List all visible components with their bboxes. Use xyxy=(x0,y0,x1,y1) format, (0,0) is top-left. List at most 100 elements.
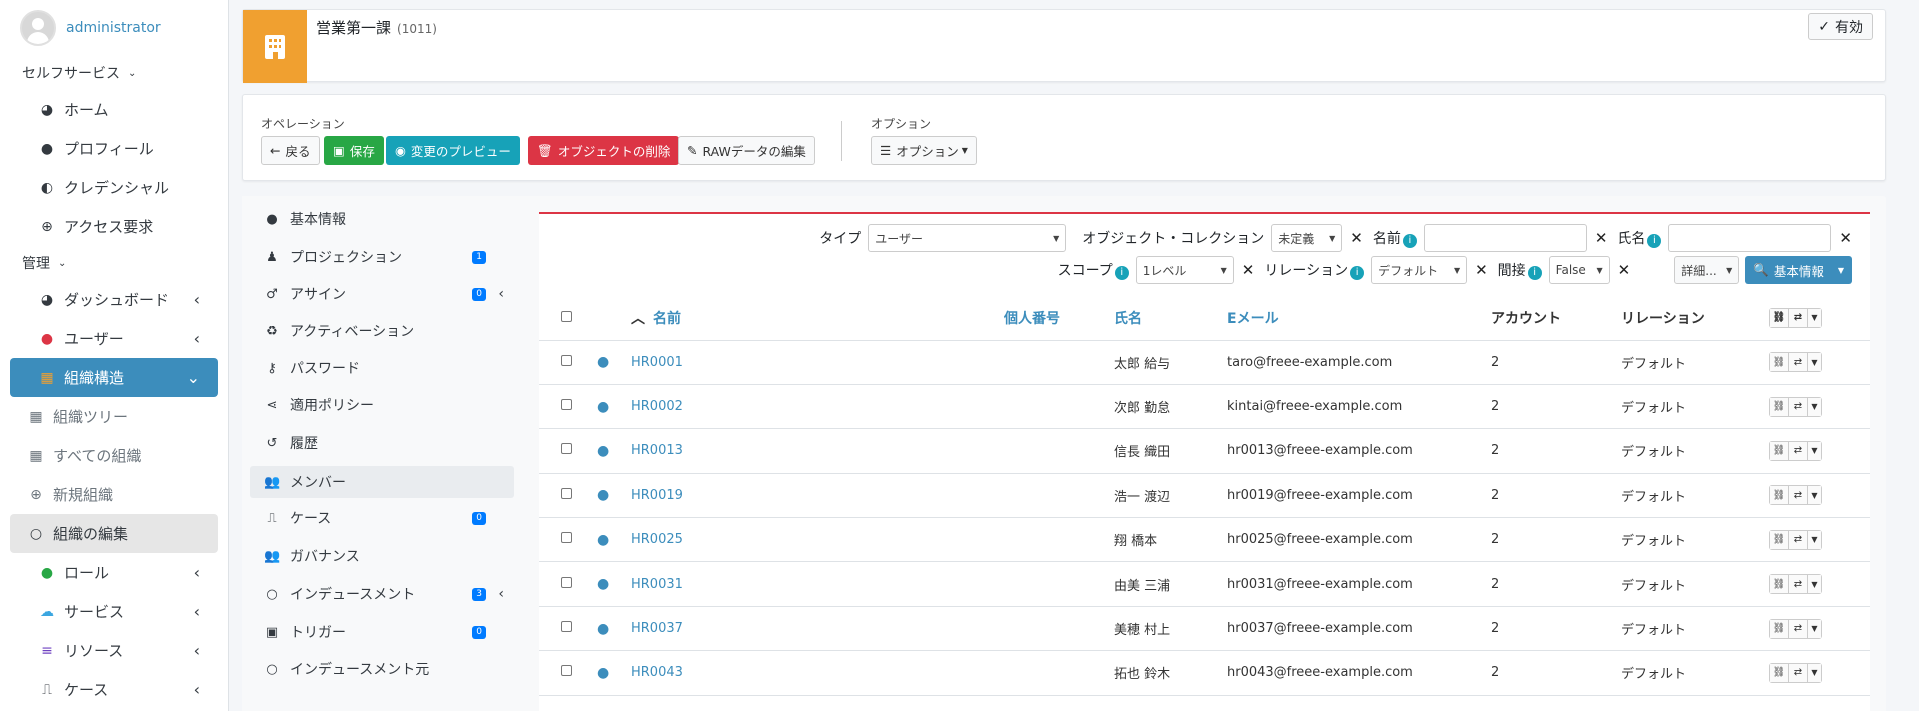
caret-down-icon[interactable]: ▼ xyxy=(1808,486,1821,505)
unlink-icon[interactable]: ⛓ xyxy=(1770,530,1789,549)
sidebar-item-resources[interactable]: ≡ リソース ‹ xyxy=(10,631,218,670)
table-row[interactable]: ● HR0043 拓也 鈴木 hr0043@freee-example.com 2 デフォ… xyxy=(539,650,1870,696)
row-name[interactable]: HR0037 xyxy=(631,606,1004,652)
clear-icon[interactable]: ✕ xyxy=(1475,261,1488,279)
unlink-icon[interactable]: ⛓ xyxy=(1770,619,1789,638)
swap-icon[interactable]: ⇄ xyxy=(1789,486,1808,505)
sidebar-item-edit-org[interactable]: ○ 組織の編集 xyxy=(10,514,218,553)
clear-icon[interactable]: ✕ xyxy=(1350,229,1363,247)
sidebar-item-users[interactable]: ● ユーザー ‹ xyxy=(10,319,218,358)
row-name[interactable]: HR0001 xyxy=(631,340,1004,385)
caret-down-icon[interactable]: ▼ xyxy=(1808,530,1821,549)
select-all-checkbox[interactable] xyxy=(561,310,572,322)
column-email[interactable]: Eメール xyxy=(1227,296,1491,341)
relation-select[interactable]: デフォルト ▼ xyxy=(1371,256,1468,284)
row-name[interactable]: HR0013 xyxy=(631,428,1004,474)
status-button[interactable]: ✓ 有効 xyxy=(1808,13,1873,40)
row-checkbox[interactable] xyxy=(561,443,572,455)
table-row[interactable]: ● HR0019 浩一 渡辺 hr0019@freee-example.com 2 デフォ… xyxy=(539,473,1870,519)
name-filter-input[interactable] xyxy=(1423,224,1587,252)
row-checkbox[interactable] xyxy=(561,354,572,366)
unlink-icon[interactable]: ⛓ xyxy=(1770,486,1789,505)
sidebar-item-credentials[interactable]: ◐ クレデンシャル xyxy=(10,168,218,207)
scope-select[interactable]: 1レベル ▼ xyxy=(1135,256,1234,284)
column-full-name[interactable]: 氏名 xyxy=(1114,296,1227,341)
table-row[interactable]: ● HR0031 由美 三浦 hr0031@freee-example.com 2 デフォ… xyxy=(539,561,1870,607)
sidebar-item-org-tree[interactable]: ▦ 組織ツリー xyxy=(10,397,218,436)
sidebar-item-dashboard[interactable]: ◕ ダッシュボード ‹ xyxy=(10,280,218,319)
options-button[interactable]: ☰ オプション ▼ xyxy=(871,136,977,165)
unlink-icon[interactable]: ⛓ xyxy=(1770,353,1789,372)
sidebar-item-access-request[interactable]: ⊕ アクセス要求 xyxy=(10,207,218,246)
delete-button[interactable]: 🗑 オブジェクトの削除 xyxy=(528,136,680,165)
swap-icon[interactable]: ⇄ xyxy=(1789,397,1808,416)
tab-policy[interactable]: ⋖ 適用ポリシー xyxy=(250,389,514,421)
indirect-select[interactable]: False ▼ xyxy=(1548,256,1610,284)
tab-projection[interactable]: ♟ プロジェクション 1 xyxy=(250,241,514,273)
table-row[interactable]: ● HR0037 美穂 村上 hr0037@freee-example.com 2 デフォ… xyxy=(539,606,1870,652)
table-row[interactable]: ● HR0025 翔 橋本 hr0025@freee-example.com 2 デフォル… xyxy=(539,517,1870,563)
more-button[interactable]: 詳細... ▼ xyxy=(1674,256,1740,284)
row-checkbox[interactable] xyxy=(561,532,572,544)
caret-down-icon[interactable]: ▼ xyxy=(1808,397,1821,416)
nav-header-admin[interactable]: 管理 ⌄ xyxy=(0,246,228,280)
unlink-icon[interactable]: ⛓ xyxy=(1770,397,1789,416)
search-button[interactable]: 🔍 基本情報 ▼ xyxy=(1745,256,1852,284)
column-name[interactable]: ︿ 名前 xyxy=(631,296,1004,341)
nav-header-selfservice[interactable]: セルフサービス ⌄ xyxy=(0,56,228,90)
sidebar-item-profile[interactable]: ● プロフィール xyxy=(10,129,218,168)
unlink-icon[interactable]: ⛓ xyxy=(1770,575,1789,594)
table-row[interactable]: ● HR0002 次郎 勤怠 kintai@freee-example.com 2 デフォ… xyxy=(539,384,1870,430)
row-checkbox[interactable] xyxy=(561,576,572,588)
row-checkbox[interactable] xyxy=(561,665,572,677)
clear-icon[interactable]: ✕ xyxy=(1839,229,1852,247)
caret-down-icon[interactable]: ▼ xyxy=(1808,353,1821,372)
tab-trigger[interactable]: ▣ トリガー 0 xyxy=(250,616,514,648)
type-select[interactable]: ユーザー ▼ xyxy=(868,224,1067,252)
save-button[interactable]: ▣ 保存 xyxy=(324,136,384,165)
raw-edit-button[interactable]: ✎ RAWデータの編集 xyxy=(678,136,815,165)
caret-down-icon[interactable]: ▼ xyxy=(1808,575,1821,594)
column-personal-number[interactable]: 個人番号 xyxy=(1004,296,1114,341)
unlink-icon[interactable]: ⛓ xyxy=(1770,441,1789,460)
fullname-filter-input[interactable] xyxy=(1668,224,1832,252)
tab-password[interactable]: ⚷ パスワード xyxy=(250,352,514,384)
row-checkbox[interactable] xyxy=(561,399,572,411)
sidebar-item-services[interactable]: ☁ サービス ‹ xyxy=(10,592,218,631)
sidebar-item-home[interactable]: ◕ ホーム xyxy=(10,90,218,129)
table-row[interactable]: ● HR0013 信長 織田 hr0013@freee-example.com 2 デフォ… xyxy=(539,428,1870,474)
swap-icon[interactable]: ⇄ xyxy=(1789,308,1808,327)
tab-inducement[interactable]: ○ インデュースメント 3 ‹ xyxy=(250,578,514,610)
row-checkbox[interactable] xyxy=(561,621,572,633)
tab-assign[interactable]: ♂ アサイン 0 ‹ xyxy=(250,278,514,310)
row-name[interactable]: HR0019 xyxy=(631,473,1004,519)
sidebar-item-all-orgs[interactable]: ▦ すべての組織 xyxy=(10,436,218,475)
unlink-icon[interactable]: ⛓ xyxy=(1770,308,1789,327)
sidebar-item-org-structure[interactable]: ▦ 組織構造 ⌄ xyxy=(10,358,218,397)
tab-activation[interactable]: ♻ アクティベーション xyxy=(250,315,514,347)
caret-down-icon[interactable]: ▼ xyxy=(1808,441,1821,460)
tab-members[interactable]: 👥 メンバー xyxy=(250,466,514,498)
caret-down-icon[interactable]: ▼ xyxy=(1808,308,1821,327)
collection-select[interactable]: 未定義 ▼ xyxy=(1271,224,1343,252)
back-button[interactable]: ← 戻る xyxy=(261,136,320,165)
swap-icon[interactable]: ⇄ xyxy=(1789,619,1808,638)
table-row[interactable]: ● HR0001 太郎 給与 taro@freee-example.com 2 デフォルト… xyxy=(539,340,1870,385)
caret-down-icon[interactable]: ▼ xyxy=(1808,619,1821,638)
tab-cases[interactable]: ⎍ ケース 0 xyxy=(250,502,514,534)
clear-icon[interactable]: ✕ xyxy=(1242,261,1255,279)
swap-icon[interactable]: ⇄ xyxy=(1789,575,1808,594)
user-panel[interactable]: administrator xyxy=(0,0,228,56)
row-name[interactable]: HR0025 xyxy=(631,517,1004,563)
tab-governance[interactable]: 👥 ガバナンス xyxy=(250,540,514,572)
row-checkbox[interactable] xyxy=(561,487,572,499)
sidebar-item-roles[interactable]: ● ロール ‹ xyxy=(10,553,218,592)
sidebar-item-cases[interactable]: ⎍ ケース ‹ xyxy=(10,670,218,709)
caret-down-icon[interactable]: ▼ xyxy=(1808,663,1821,682)
tab-history[interactable]: ↺ 履歴 xyxy=(250,427,514,459)
row-name[interactable]: HR0031 xyxy=(631,561,1004,607)
clear-icon[interactable]: ✕ xyxy=(1618,261,1631,279)
sidebar-item-new-org[interactable]: ⊕ 新規組織 xyxy=(10,475,218,514)
swap-icon[interactable]: ⇄ xyxy=(1789,441,1808,460)
row-name[interactable]: HR0002 xyxy=(631,384,1004,430)
